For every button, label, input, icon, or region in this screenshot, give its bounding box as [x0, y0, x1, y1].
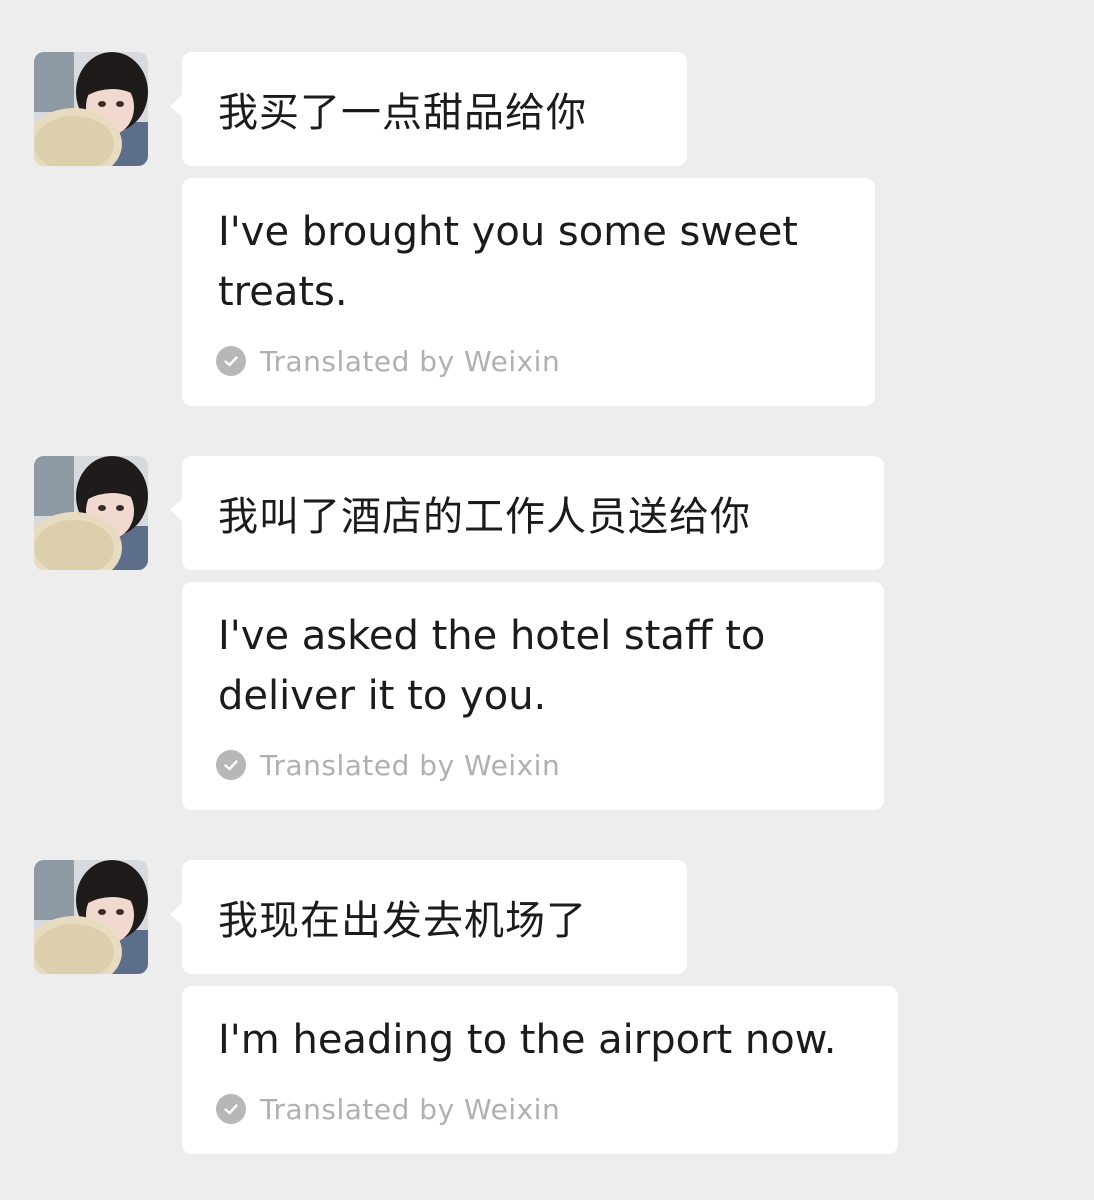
- chat-area: 我买了一点甜品给你 I've brought you some sweet tr…: [0, 0, 1094, 1200]
- message-text: 我现在出发去机场了: [218, 898, 587, 944]
- translation-bubble[interactable]: I've brought you some sweet treats. Tran…: [182, 178, 875, 406]
- translation-text: I've asked the hotel staff to deliver it…: [218, 613, 766, 719]
- message-bubble[interactable]: 我买了一点甜品给你: [170, 52, 687, 166]
- message-bubble[interactable]: 我叫了酒店的工作人员送给你: [170, 456, 884, 570]
- check-circle-icon: [216, 750, 246, 780]
- message-bubble[interactable]: 我现在出发去机场了: [170, 860, 687, 974]
- avatar[interactable]: [34, 456, 148, 570]
- translated-by-label: Translated by Weixin: [260, 748, 561, 782]
- translated-by-label: Translated by Weixin: [260, 344, 561, 378]
- avatar[interactable]: [34, 52, 148, 166]
- check-circle-icon: [216, 1094, 246, 1124]
- translation-text: I'm heading to the airport now.: [218, 1017, 837, 1063]
- message-text: 我买了一点甜品给你: [218, 90, 587, 136]
- translation-bubble[interactable]: I'm heading to the airport now. Translat…: [182, 986, 898, 1154]
- translation-footer: Translated by Weixin: [216, 344, 560, 378]
- translation-text: I've brought you some sweet treats.: [218, 209, 798, 315]
- translation-footer: Translated by Weixin: [216, 748, 560, 782]
- message-text: 我叫了酒店的工作人员送给你: [218, 494, 751, 540]
- translated-by-label: Translated by Weixin: [260, 1092, 561, 1126]
- check-circle-icon: [216, 346, 246, 376]
- avatar[interactable]: [34, 860, 148, 974]
- translation-footer: Translated by Weixin: [216, 1092, 560, 1126]
- translation-bubble[interactable]: I've asked the hotel staff to deliver it…: [182, 582, 884, 810]
